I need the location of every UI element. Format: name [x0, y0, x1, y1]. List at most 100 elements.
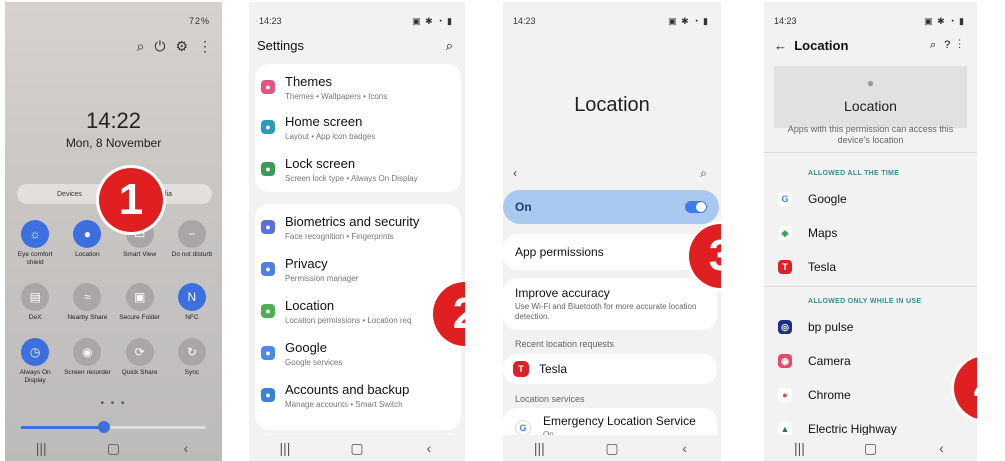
settings-item-subtitle: Screen lock type • Always On Display [285, 174, 418, 183]
brightness-knob[interactable] [98, 421, 111, 433]
location-settings-screen: 14:23 ▣ ✱ ◔ ▮ Location ‹ ⌕ On App permis… [503, 2, 721, 461]
help-icon[interactable]: ? [944, 39, 958, 51]
quick-tile[interactable]: ● Location [61, 220, 113, 267]
recent-request-tesla[interactable]: T Tesla [503, 354, 717, 384]
app-permission-row[interactable]: T Tesla [778, 256, 967, 280]
quick-tile[interactable]: N NFC [166, 283, 218, 322]
app-permissions-label: App permissions [515, 245, 604, 259]
settings-item[interactable]: ● Biometrics and security Face recognition… [255, 208, 465, 248]
recents-icon[interactable]: ||| [519, 440, 559, 456]
settings-item[interactable]: ● Home screen Layout • App icon badges [255, 108, 465, 148]
app-icon: ◉ [778, 354, 792, 368]
search-icon[interactable]: ⌕ [446, 38, 453, 54]
settings-item-title: Themes [285, 74, 332, 89]
back-arrow-icon[interactable]: ← [774, 38, 787, 53]
settings-item-subtitle: Permission manager [285, 274, 359, 283]
back-icon[interactable]: ‹ [409, 440, 449, 456]
app-name: Tesla [808, 260, 837, 274]
accounts-icon: ● [261, 388, 275, 402]
back-arrow-icon[interactable]: ‹ [513, 166, 517, 181]
quick-tile[interactable]: ☼ Eye comfort shield [9, 220, 61, 267]
devices-button[interactable]: Devices [57, 191, 82, 198]
app-icon: T [778, 260, 792, 274]
quick-panel-screen: 72% ⌕ ⏻ ⚙ ⋮ 14:22 Mon, 8 November Device… [5, 2, 222, 461]
settings-item-title: Accounts and backup [285, 382, 410, 397]
home-icon[interactable]: ▢ [851, 440, 891, 457]
quick-tile[interactable]: ◷ Always On Display [9, 338, 61, 385]
search-icon[interactable]: ⌕ [700, 166, 707, 181]
app-permission-row[interactable]: G Google [778, 188, 967, 212]
app-permission-row[interactable]: ● Chrome [778, 384, 967, 408]
settings-item-title: Google [285, 340, 327, 355]
more-icon[interactable]: ⋮ [958, 39, 969, 51]
always-on-display-icon: ◷ [21, 338, 50, 366]
quick-tile[interactable]: − Do not disturb [166, 220, 218, 267]
quick-tile[interactable]: ▣ Secure Folder [114, 283, 166, 322]
nfc-icon: N [177, 283, 206, 311]
gear-icon[interactable]: ⚙ [175, 38, 188, 55]
location-on-label: On [515, 200, 532, 214]
recents-icon[interactable]: ||| [21, 440, 61, 456]
quick-tile[interactable]: ▤ DeX [9, 283, 61, 322]
quick-tile[interactable]: ◉ Screen recorder [61, 338, 113, 385]
google-icon: ● [261, 346, 275, 360]
back-icon[interactable]: ‹ [922, 440, 962, 456]
power-icon[interactable]: ⏻ [154, 38, 165, 55]
nearby-share-icon: ≈ [73, 283, 102, 311]
brightness-slider[interactable] [21, 421, 206, 433]
settings-item-subtitle: Manage accounts • Smart Switch [285, 400, 403, 409]
service-title: Emergency Location Service [543, 414, 696, 428]
search-icon[interactable]: ⌕ [137, 38, 145, 55]
privacy-icon: ● [261, 262, 275, 276]
improve-accuracy-row[interactable]: Improve accuracy Use Wi-Fi and Bluetooth… [503, 278, 717, 330]
more-icon[interactable]: ⋮ [198, 38, 212, 55]
back-icon[interactable]: ‹ [665, 440, 705, 456]
recents-icon[interactable]: ||| [780, 440, 820, 456]
page-indicator: • • • [100, 398, 127, 409]
status-time: 14:23 [774, 16, 797, 26]
location-permission-screen: 14:23 ▣ ✱ ◔ ▮ ← Location ⌕?⋮ ● Location … [764, 2, 977, 461]
quick-tile[interactable]: ↻ Sync [166, 338, 218, 385]
step-badge-1: 1 [99, 168, 163, 232]
settings-item[interactable]: ● Themes Themes • Wallpapers • Icons [255, 68, 465, 108]
home-icon[interactable]: ▢ [93, 440, 133, 457]
quick-tile-label: Always On Display [19, 369, 51, 384]
quick-tile[interactable]: ≈ Nearby Share [61, 283, 113, 322]
dex-icon: ▤ [21, 283, 50, 311]
nav-bar: ||| ▢ ‹ [503, 435, 721, 461]
app-permission-row[interactable]: ◉ Camera [778, 350, 967, 374]
quick-tile-label: Sync [184, 369, 200, 376]
location-services-header: Location services [515, 394, 585, 404]
divider [764, 152, 977, 153]
settings-item[interactable]: ● Lock screen Screen lock type • Always On… [255, 150, 465, 190]
location-pin-icon: ● [73, 220, 102, 248]
app-permission-row[interactable]: ◆ Maps [778, 222, 967, 246]
status-icons: ▣ ✱ ◔ ▮ [924, 16, 965, 26]
home-icon[interactable]: ▢ [337, 440, 377, 457]
back-icon[interactable]: ‹ [166, 440, 206, 456]
search-icon[interactable]: ⌕ [930, 39, 944, 51]
settings-item[interactable]: ● Google Google services [255, 334, 465, 374]
app-permissions-row[interactable]: App permissions [503, 234, 717, 270]
settings-item[interactable]: ● Accounts and backup Manage accounts • Sm… [255, 376, 465, 416]
home-icon[interactable]: ▢ [592, 440, 632, 457]
status-bar: 72% [5, 2, 222, 32]
location-toggle-bar[interactable]: On [503, 190, 719, 224]
settings-item-subtitle: Themes • Wallpapers • Icons [285, 92, 388, 101]
location-switch[interactable] [685, 201, 707, 213]
recents-icon[interactable]: ||| [265, 440, 305, 456]
settings-item-title: Lock screen [285, 156, 356, 171]
tesla-icon: T [513, 361, 529, 377]
quick-tile-label: Eye comfort shield [17, 251, 53, 266]
app-permission-row[interactable]: ◎ bp pulse [778, 316, 967, 340]
quick-tile-label: Screen recorder [64, 369, 111, 376]
lock-screen-icon: ● [261, 162, 275, 176]
page-title: Location [794, 38, 849, 53]
quick-tile[interactable]: ⟳ Quick Share [114, 338, 166, 385]
quick-settings-grid: ☼ Eye comfort shield ● Location ▭ Smart View −… [9, 220, 218, 385]
nav-bar: ||| ▢ ‹ [249, 435, 465, 461]
status-bar: 14:23 ▣ ✱ ◔ ▮ [764, 2, 977, 32]
section-allowed-while-in-use: ALLOWED ONLY WHILE IN USE [808, 298, 922, 305]
sync-icon: ↻ [177, 338, 206, 366]
settings-item[interactable]: ● Privacy Permission manager [255, 250, 465, 290]
